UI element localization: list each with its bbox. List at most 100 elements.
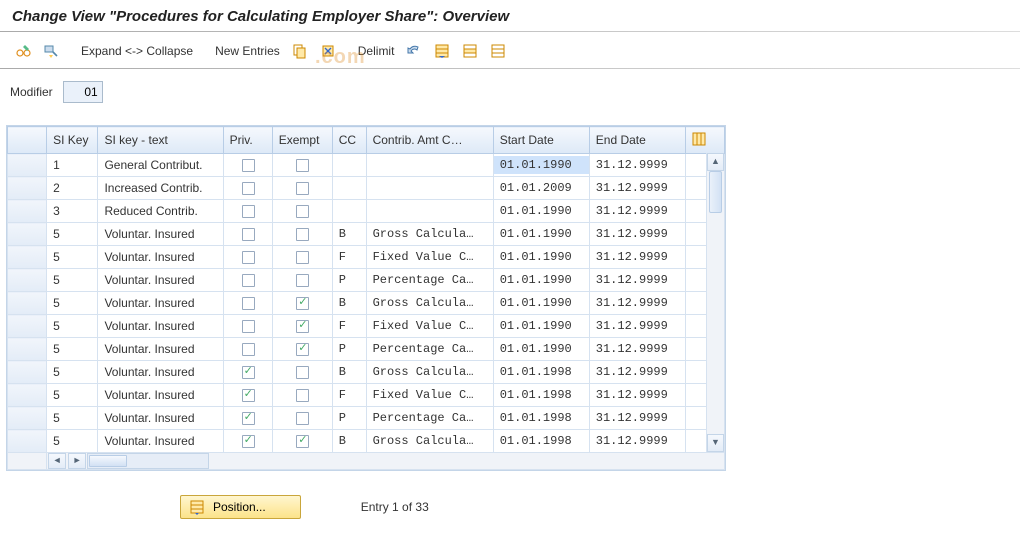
cell-end-date[interactable]: 31.12.9999 <box>589 223 685 246</box>
cell-contrib-amt[interactable]: Percentage Ca… <box>366 407 493 430</box>
cell-contrib-amt[interactable] <box>366 154 493 177</box>
cell-end-date[interactable]: 31.12.9999 <box>589 200 685 223</box>
deselect-all-button[interactable] <box>485 40 511 62</box>
cell-si-text[interactable]: Voluntar. Insured <box>98 292 223 315</box>
cell-si-key[interactable]: 5 <box>47 292 98 315</box>
row-selector[interactable] <box>8 315 47 338</box>
row-selector[interactable] <box>8 361 47 384</box>
cell-start-date[interactable]: 01.01.1990 <box>493 292 589 315</box>
cell-cc[interactable]: B <box>332 292 366 315</box>
cell-si-key[interactable]: 5 <box>47 407 98 430</box>
cell-si-key[interactable]: 3 <box>47 200 98 223</box>
cell-end-date[interactable]: 31.12.9999 <box>589 292 685 315</box>
exempt-checkbox[interactable] <box>296 159 309 172</box>
cell-si-text[interactable]: Voluntar. Insured <box>98 407 223 430</box>
cell-si-text[interactable]: Voluntar. Insured <box>98 430 223 453</box>
cell-cc[interactable]: F <box>332 384 366 407</box>
cell-priv[interactable] <box>223 407 272 430</box>
cell-cc[interactable]: P <box>332 269 366 292</box>
cell-end-date[interactable]: 31.12.9999 <box>589 338 685 361</box>
cell-contrib-amt[interactable] <box>366 200 493 223</box>
h-scroll-track[interactable] <box>87 453 209 469</box>
priv-checkbox[interactable] <box>242 228 255 241</box>
copy-button[interactable] <box>287 40 313 62</box>
cell-start-date[interactable]: 01.01.1990 <box>493 200 589 223</box>
cell-priv[interactable] <box>223 200 272 223</box>
cell-priv[interactable] <box>223 223 272 246</box>
cell-contrib-amt[interactable]: Fixed Value C… <box>366 384 493 407</box>
configure-columns-button[interactable] <box>685 127 724 154</box>
cell-exempt[interactable] <box>272 246 332 269</box>
cell-cc[interactable]: B <box>332 361 366 384</box>
row-selector[interactable] <box>8 246 47 269</box>
cell-exempt[interactable] <box>272 177 332 200</box>
cell-contrib-amt[interactable]: Percentage Ca… <box>366 338 493 361</box>
col-si-text[interactable]: SI key - text <box>98 127 223 154</box>
exempt-checkbox[interactable] <box>296 297 309 310</box>
exempt-checkbox[interactable] <box>296 205 309 218</box>
priv-checkbox[interactable] <box>242 274 255 287</box>
priv-checkbox[interactable] <box>242 297 255 310</box>
new-entries-button[interactable]: New Entries <box>210 41 285 61</box>
cell-cc[interactable]: B <box>332 430 366 453</box>
cell-contrib-amt[interactable]: Fixed Value C… <box>366 246 493 269</box>
col-end-date[interactable]: End Date <box>589 127 685 154</box>
cell-priv[interactable] <box>223 361 272 384</box>
row-selector[interactable] <box>8 430 47 453</box>
select-block-button[interactable] <box>457 40 483 62</box>
cell-start-date[interactable]: 01.01.1998 <box>493 361 589 384</box>
cell-cc[interactable] <box>332 200 366 223</box>
priv-checkbox[interactable] <box>242 182 255 195</box>
cell-exempt[interactable] <box>272 200 332 223</box>
cell-end-date[interactable]: 31.12.9999 <box>589 430 685 453</box>
cell-si-key[interactable]: 5 <box>47 315 98 338</box>
cell-start-date[interactable]: 01.01.1990 <box>493 269 589 292</box>
cell-start-date[interactable]: 01.01.1990 <box>493 338 589 361</box>
row-selector[interactable] <box>8 154 47 177</box>
cell-si-text[interactable]: Voluntar. Insured <box>98 384 223 407</box>
cell-exempt[interactable] <box>272 223 332 246</box>
exempt-checkbox[interactable] <box>296 228 309 241</box>
cell-contrib-amt[interactable]: Gross Calcula… <box>366 430 493 453</box>
cell-priv[interactable] <box>223 430 272 453</box>
cell-start-date[interactable]: 01.01.1998 <box>493 407 589 430</box>
cell-priv[interactable] <box>223 154 272 177</box>
cell-contrib-amt[interactable]: Gross Calcula… <box>366 223 493 246</box>
cell-si-key[interactable]: 5 <box>47 361 98 384</box>
cell-contrib-amt[interactable] <box>366 177 493 200</box>
cell-si-key[interactable]: 2 <box>47 177 98 200</box>
col-start-date[interactable]: Start Date <box>493 127 589 154</box>
cell-priv[interactable] <box>223 177 272 200</box>
cell-exempt[interactable] <box>272 407 332 430</box>
exempt-checkbox[interactable] <box>296 389 309 402</box>
cell-si-key[interactable]: 5 <box>47 338 98 361</box>
cell-start-date[interactable]: 01.01.1990 <box>493 315 589 338</box>
cell-cc[interactable]: F <box>332 246 366 269</box>
cell-si-text[interactable]: Reduced Contrib. <box>98 200 223 223</box>
cell-start-date[interactable]: 01.01.2009 <box>493 177 589 200</box>
cell-priv[interactable] <box>223 292 272 315</box>
modifier-input[interactable] <box>63 81 103 103</box>
cell-si-key[interactable]: 5 <box>47 269 98 292</box>
exempt-checkbox[interactable] <box>296 343 309 356</box>
exempt-checkbox[interactable] <box>296 320 309 333</box>
priv-checkbox[interactable] <box>242 366 255 379</box>
cell-start-date[interactable]: 01.01.1990 <box>493 223 589 246</box>
exempt-checkbox[interactable] <box>296 251 309 264</box>
v-scroll-thumb[interactable] <box>709 171 722 213</box>
cell-end-date[interactable]: 31.12.9999 <box>589 246 685 269</box>
row-selector[interactable] <box>8 177 47 200</box>
cell-si-key[interactable]: 5 <box>47 430 98 453</box>
exempt-checkbox[interactable] <box>296 274 309 287</box>
cell-end-date[interactable]: 31.12.9999 <box>589 361 685 384</box>
expand-collapse-button[interactable]: Expand <-> Collapse <box>76 41 198 61</box>
cell-exempt[interactable] <box>272 154 332 177</box>
cell-start-date[interactable]: 01.01.1998 <box>493 430 589 453</box>
find-button[interactable] <box>38 40 64 62</box>
cell-priv[interactable] <box>223 338 272 361</box>
undo-button[interactable] <box>401 40 427 62</box>
cell-si-text[interactable]: Voluntar. Insured <box>98 338 223 361</box>
priv-checkbox[interactable] <box>242 435 255 448</box>
cell-end-date[interactable]: 31.12.9999 <box>589 407 685 430</box>
scroll-left-button[interactable]: ◄ <box>48 453 66 469</box>
